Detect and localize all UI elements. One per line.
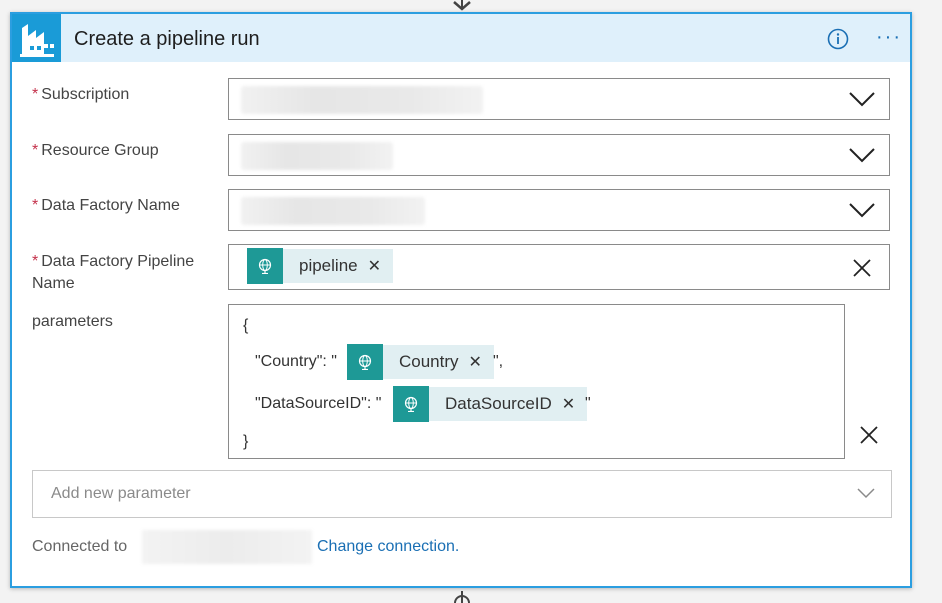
country-token[interactable]: Country ✕ xyxy=(347,344,494,380)
clear-icon[interactable] xyxy=(853,259,871,277)
parameters-label: parameters xyxy=(32,313,113,330)
globe-icon xyxy=(347,344,383,380)
change-connection-link[interactable]: Change connection. xyxy=(317,538,459,556)
resource-group-label: * Resource Group xyxy=(32,142,159,159)
remove-token-icon[interactable]: ✕ xyxy=(562,394,587,414)
redacted-connection xyxy=(142,530,312,564)
parameters-input[interactable]: { "Country": " Country ✕ ", "DataSourceI… xyxy=(228,304,845,459)
pipeline-name-label: * Data Factory Pipeline Name xyxy=(32,253,195,292)
info-icon[interactable] xyxy=(827,28,849,50)
globe-icon xyxy=(393,386,429,422)
redacted-value xyxy=(241,197,425,225)
subscription-label: * Subscription xyxy=(32,86,130,103)
chevron-down-icon xyxy=(857,488,875,499)
pipeline-run-card: Create a pipeline run ··· * Subscription … xyxy=(10,12,912,588)
clear-parameters-icon[interactable] xyxy=(860,426,878,444)
add-new-parameter-dropdown[interactable]: Add new parameter xyxy=(32,470,892,518)
chevron-down-icon xyxy=(849,92,875,107)
data-factory-name-dropdown[interactable] xyxy=(228,189,890,231)
chevron-down-icon xyxy=(849,203,875,218)
resource-group-dropdown[interactable] xyxy=(228,134,890,176)
data-factory-icon xyxy=(12,14,61,62)
redacted-value xyxy=(241,142,393,170)
chevron-down-icon xyxy=(849,148,875,163)
subscription-dropdown[interactable] xyxy=(228,78,890,120)
redacted-value xyxy=(241,86,483,114)
remove-token-icon[interactable]: ✕ xyxy=(368,256,393,276)
pipeline-name-input[interactable]: pipeline ✕ xyxy=(228,244,890,290)
card-header[interactable]: Create a pipeline run ··· xyxy=(12,14,910,62)
connected-to-label: Connected to xyxy=(32,538,128,555)
card-title: Create a pipeline run xyxy=(74,28,260,50)
globe-icon xyxy=(247,248,283,284)
flow-arrow-down-icon xyxy=(453,0,471,11)
more-options-icon[interactable]: ··· xyxy=(876,27,902,47)
datasourceid-token[interactable]: DataSourceID ✕ xyxy=(393,386,588,422)
flow-connector-icon xyxy=(454,591,470,603)
remove-token-icon[interactable]: ✕ xyxy=(469,352,494,372)
pipeline-token[interactable]: pipeline ✕ xyxy=(247,248,394,284)
data-factory-name-label: * Data Factory Name xyxy=(32,197,180,214)
